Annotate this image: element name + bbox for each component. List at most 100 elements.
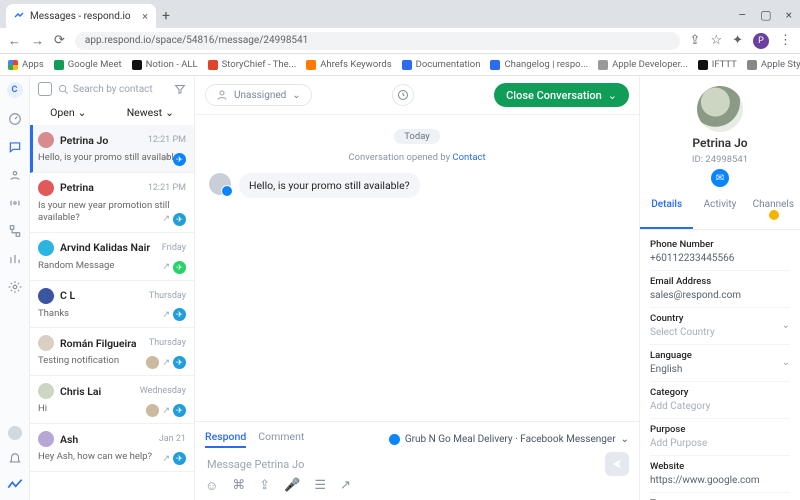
close-window-icon[interactable]: × — [786, 8, 792, 22]
minimize-icon[interactable]: – — [738, 8, 746, 22]
conversation-item[interactable]: Petrina12:21 PMIs your new year promotio… — [30, 173, 194, 233]
maximize-icon[interactable]: ▢ — [760, 8, 771, 22]
field-website[interactable]: Websitehttps://www.google.com — [650, 456, 790, 493]
channel-icon: ✈ — [173, 213, 186, 226]
sort-filter[interactable]: Newest ⌄ — [127, 106, 174, 119]
field-country[interactable]: CountrySelect Country⌄ — [650, 308, 790, 345]
back-icon[interactable]: ← — [8, 33, 21, 49]
details-tab[interactable]: Details — [640, 193, 693, 229]
send-button[interactable] — [605, 452, 629, 476]
close-conversation-button[interactable]: Close Conversation⌄ — [494, 83, 629, 107]
org-switcher[interactable]: C — [7, 82, 23, 98]
user-avatar[interactable] — [8, 426, 22, 440]
bookmark-star-icon[interactable]: ☆ — [710, 33, 722, 48]
attach-icon[interactable]: ⇪ — [259, 478, 270, 494]
bookmark-item[interactable]: Apple Developer... — [598, 59, 688, 70]
bookmark-item[interactable]: StoryChief - The... — [208, 59, 297, 70]
contact-name: Petrina Jo — [692, 136, 747, 150]
status-filter[interactable]: Open ⌄ — [50, 106, 86, 119]
respond-logo-icon[interactable] — [7, 478, 23, 492]
channel-picker[interactable]: Grub N Go Meal Delivery · Facebook Messe… — [389, 430, 629, 448]
more-compose-icon[interactable]: ↗ — [340, 478, 351, 494]
conversation-item[interactable]: C LThursdayThanks↗✈ — [30, 281, 194, 329]
profile-avatar[interactable]: P — [753, 33, 769, 49]
bookmark-item[interactable]: Google Meet — [54, 59, 122, 70]
bookmark-item[interactable]: Documentation — [402, 59, 481, 70]
assignee-label: Unassigned — [234, 90, 286, 101]
inbound-message: Hello, is your promo still available? — [209, 173, 625, 198]
reply-arrow-icon: ↗ — [162, 454, 170, 464]
bookmark-item[interactable]: Notion - ALL — [132, 59, 198, 70]
search-icon — [58, 84, 69, 95]
timestamp: Thursday — [149, 291, 186, 301]
contact-name: Petrina — [60, 181, 142, 194]
bookmark-item[interactable]: IFTTT — [698, 59, 737, 70]
workflows-icon[interactable] — [8, 224, 22, 238]
emoji-icon[interactable]: ☺ — [205, 478, 218, 494]
forward-icon[interactable]: → — [31, 33, 44, 49]
broadcast-icon[interactable] — [8, 196, 22, 210]
assignee-dropdown[interactable]: Unassigned ⌄ — [205, 84, 312, 106]
comment-tab[interactable]: Comment — [258, 430, 304, 448]
browser-toolbar: ← → ⟳ app.respond.io/space/54816/message… — [0, 28, 800, 54]
field-purpose[interactable]: PurposeAdd Purpose — [650, 419, 790, 456]
reports-icon[interactable] — [8, 252, 22, 266]
activity-tab[interactable]: Activity — [693, 193, 746, 229]
snippet-icon[interactable]: ⌘ — [232, 478, 245, 494]
reply-arrow-icon: ↗ — [162, 358, 170, 368]
conversation-item[interactable]: AshJan 21Hey Ash, how can we help?↗✈ — [30, 424, 194, 472]
respond-tab[interactable]: Respond — [205, 430, 246, 448]
chevron-down-icon: ⌄ — [608, 89, 617, 102]
conversation-item[interactable]: Arvind Kalidas NairFridayRandom Message↗… — [30, 233, 194, 281]
conversation-item[interactable]: Petrina Jo12:21 PMHello, is your promo s… — [30, 125, 194, 173]
bookmark-item[interactable]: Changelog | respo... — [490, 59, 588, 70]
field-phone[interactable]: Phone Number+60112233445566 — [650, 234, 790, 271]
voice-icon[interactable]: 🎤 — [284, 478, 300, 494]
field-language[interactable]: LanguageEnglish⌄ — [650, 345, 790, 382]
channel-icon: ✈ — [173, 404, 186, 417]
date-separator: Today — [394, 129, 440, 144]
bookmark-item[interactable]: Ahrefs Keywords — [306, 59, 391, 70]
timestamp: Jan 21 — [159, 434, 186, 444]
browser-tab[interactable]: Messages - respond.io × — [6, 4, 156, 28]
contacts-icon[interactable] — [8, 168, 22, 182]
message-input[interactable]: Message Petrina Jo — [205, 453, 605, 476]
saved-reply-icon[interactable]: ☰ — [314, 478, 326, 494]
kebab-menu-icon[interactable]: ⋮ — [779, 33, 792, 48]
reply-arrow-icon: ↗ — [162, 262, 170, 272]
share-icon[interactable]: ⇪ — [690, 33, 701, 48]
address-bar[interactable]: app.respond.io/space/54816/message/24998… — [75, 32, 680, 50]
inbox-selector-icon[interactable] — [38, 82, 52, 96]
tab-close-icon[interactable]: × — [142, 10, 148, 23]
extensions-icon[interactable]: ✦ — [732, 33, 743, 48]
apps-shortcut[interactable]: Apps — [8, 59, 44, 70]
reload-icon[interactable]: ⟳ — [54, 33, 65, 48]
field-label: Category — [650, 387, 790, 398]
filter-icon[interactable] — [174, 83, 186, 95]
search-input[interactable]: Search by contact — [58, 84, 168, 95]
composer: Respond Comment Grub N Go Meal Delivery … — [195, 421, 639, 500]
contact-name: Chris Lai — [60, 385, 134, 398]
search-placeholder: Search by contact — [73, 84, 153, 95]
conversation-item[interactable]: Román FilgueiraThursdayTesting notificat… — [30, 328, 194, 376]
channels-tab[interactable]: Channels — [747, 193, 800, 229]
conversation-item[interactable]: Chris LaiWednesdayHi↗✈ — [30, 376, 194, 424]
reply-arrow-icon: ↗ — [162, 406, 170, 416]
field-tags[interactable]: TagsAdd Tags⌄ — [650, 493, 790, 500]
field-category[interactable]: CategoryAdd Category — [650, 382, 790, 419]
new-tab-button[interactable]: + — [156, 8, 176, 28]
dashboard-icon[interactable] — [8, 112, 22, 126]
contact-name: Arvind Kalidas Nair — [60, 241, 156, 254]
messages-icon[interactable] — [8, 140, 22, 154]
system-contact-link[interactable]: Contact — [452, 152, 485, 163]
settings-icon[interactable] — [8, 280, 22, 294]
snooze-button[interactable] — [392, 84, 414, 106]
field-value: https://www.google.com — [650, 475, 790, 486]
field-email[interactable]: Email Addresssales@respond.com — [650, 271, 790, 308]
chevron-down-icon: ⌄ — [165, 106, 174, 119]
contact-avatar — [38, 383, 54, 399]
notifications-icon[interactable] — [8, 452, 22, 466]
contact-id: ID: 24998541 — [692, 154, 748, 165]
bookmark-item[interactable]: Apple Style Guide — [747, 59, 800, 70]
chevron-down-icon: ⌄ — [292, 90, 300, 101]
